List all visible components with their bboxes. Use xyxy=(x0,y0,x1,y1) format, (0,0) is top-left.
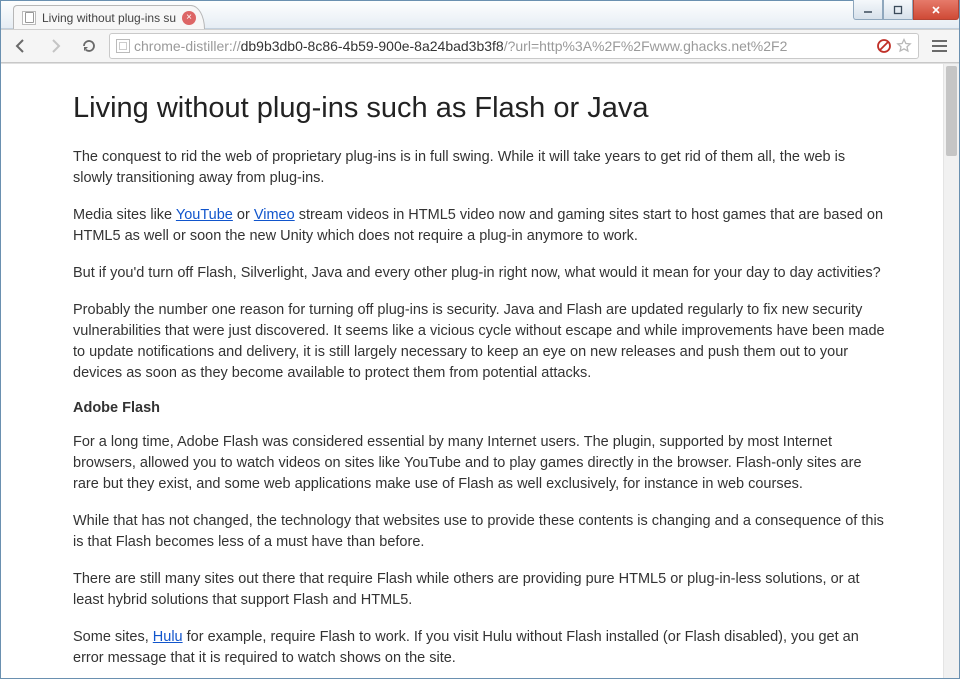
site-icon xyxy=(116,39,130,53)
paragraph: Media sites like YouTube or Vimeo stream… xyxy=(73,205,887,247)
paragraph: The conquest to rid the web of proprieta… xyxy=(73,147,887,189)
toolbar: chrome-distiller://db9b3db0-8c86-4b59-90… xyxy=(1,29,959,63)
paragraph: Some sites, Hulu for example, require Fl… xyxy=(73,627,887,669)
reload-button[interactable] xyxy=(75,33,103,59)
paragraph: There are still many sites out there tha… xyxy=(73,569,887,611)
scroll-thumb[interactable] xyxy=(946,66,957,156)
paragraph: Probably the number one reason for turni… xyxy=(73,300,887,384)
link-youtube[interactable]: YouTube xyxy=(176,207,233,223)
article-title: Living without plug-ins such as Flash or… xyxy=(73,92,887,125)
close-window-button[interactable] xyxy=(913,0,959,20)
address-bar[interactable]: chrome-distiller://db9b3db0-8c86-4b59-90… xyxy=(109,33,919,59)
paragraph: But if you'd turn off Flash, Silverlight… xyxy=(73,263,887,284)
chrome-menu-button[interactable] xyxy=(925,33,953,59)
minimize-button[interactable] xyxy=(853,0,883,20)
vertical-scrollbar[interactable] xyxy=(943,64,959,678)
titlebar[interactable]: Living without plug-ins su × xyxy=(1,1,959,29)
link-hulu[interactable]: Hulu xyxy=(153,629,183,645)
bookmark-star-icon[interactable] xyxy=(896,38,912,54)
close-tab-icon[interactable]: × xyxy=(182,11,196,25)
paragraph: For a long time, Adobe Flash was conside… xyxy=(73,432,887,495)
url-text: chrome-distiller://db9b3db0-8c86-4b59-90… xyxy=(134,38,872,54)
browser-tab[interactable]: Living without plug-ins su × xyxy=(13,5,205,29)
page-icon xyxy=(22,11,36,25)
paragraph: While that has not changed, the technolo… xyxy=(73,511,887,553)
window-controls xyxy=(853,0,959,20)
page-viewport: Living without plug-ins such as Flash or… xyxy=(1,63,959,678)
plugin-blocked-icon[interactable] xyxy=(876,38,892,54)
link-vimeo[interactable]: Vimeo xyxy=(254,207,295,223)
tab-title: Living without plug-ins su xyxy=(42,11,176,25)
subheading: Adobe Flash xyxy=(73,400,887,416)
article-content: Living without plug-ins such as Flash or… xyxy=(1,64,959,678)
forward-button[interactable] xyxy=(41,33,69,59)
back-button[interactable] xyxy=(7,33,35,59)
tabstrip: Living without plug-ins su × xyxy=(1,1,205,29)
maximize-button[interactable] xyxy=(883,0,913,20)
browser-window: Living without plug-ins su × xyxy=(0,0,960,679)
